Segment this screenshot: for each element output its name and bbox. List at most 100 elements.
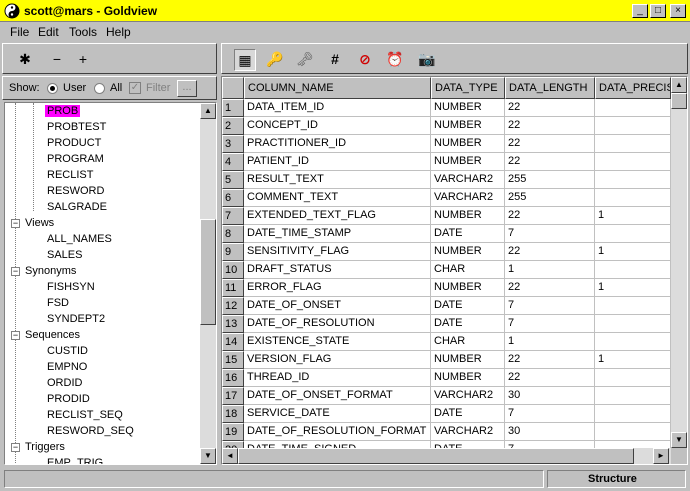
constraint-icon[interactable]: ⊘ [354,49,376,71]
header-data-precision[interactable]: DATA_PRECISI [595,77,671,99]
table-cell[interactable] [595,189,671,207]
table-cell[interactable]: CONCEPT_ID [244,117,431,135]
row-number[interactable]: 11 [222,279,244,297]
tree-item[interactable]: PROBTEST [47,119,106,135]
table-cell[interactable]: VARCHAR2 [431,171,505,189]
table-cell[interactable] [595,315,671,333]
table-cell[interactable]: VARCHAR2 [431,387,505,405]
row-number[interactable]: 2 [222,117,244,135]
tree-item[interactable]: PRODID [47,391,90,407]
table-cell[interactable]: DATE_OF_RESOLUTION [244,315,431,333]
title-bar[interactable]: scott@mars - Goldview _ □ × [0,0,690,22]
tree-vertical-scrollbar[interactable]: ▲ ▼ [200,103,216,464]
table-cell[interactable]: 30 [505,387,595,405]
table-cell[interactable] [595,99,671,117]
table-cell[interactable]: NUMBER [431,279,505,297]
tree-item[interactable]: RECLIST_SEQ [47,407,123,423]
table-cell[interactable] [595,171,671,189]
tree-item[interactable]: EMP_TRIG [47,455,103,464]
alarm-clock-icon[interactable]: ⏰ [384,49,406,71]
header-column-name[interactable]: COLUMN_NAME [244,77,431,99]
table-cell[interactable]: DATE_OF_ONSET_FORMAT [244,387,431,405]
tree-item[interactable]: RESWORD_SEQ [47,423,134,439]
tree-item[interactable]: FISHSYN [47,279,95,295]
table-cell[interactable]: COMMENT_TEXT [244,189,431,207]
table-cell[interactable] [595,261,671,279]
new-object-icon[interactable]: ✱ [15,50,35,68]
table-cell[interactable] [595,153,671,171]
table-cell[interactable]: NUMBER [431,135,505,153]
table-cell[interactable]: 7 [505,405,595,423]
tree-item[interactable]: RECLIST [47,167,93,183]
table-cell[interactable]: EXTENDED_TEXT_FLAG [244,207,431,225]
grid-horizontal-scrollbar[interactable]: ◄ ► [222,448,671,464]
table-cell[interactable]: 1 [505,333,595,351]
scroll-up-button[interactable]: ▲ [200,103,216,119]
table-cell[interactable]: NUMBER [431,243,505,261]
table-cell[interactable]: 255 [505,189,595,207]
table-cell[interactable]: 22 [505,279,595,297]
tree-item[interactable]: SYNDEPT2 [47,311,105,327]
table-cell[interactable]: THREAD_ID [244,369,431,387]
table-cell[interactable]: 22 [505,369,595,387]
tree-item[interactable]: CUSTID [47,343,88,359]
table-cell[interactable]: DATA_ITEM_ID [244,99,431,117]
tree-item-selected[interactable]: PROB [45,105,81,117]
row-number[interactable]: 12 [222,297,244,315]
table-cell[interactable]: SENSITIVITY_FLAG [244,243,431,261]
tree-item[interactable]: ALL_NAMES [47,231,112,247]
tree-folder-views[interactable]: Views [25,215,54,231]
table-cell[interactable]: DATE_TIME_STAMP [244,225,431,243]
close-button[interactable]: × [670,4,686,18]
row-number[interactable]: 19 [222,423,244,441]
table-cell[interactable]: 1 [595,279,671,297]
tree-item[interactable]: FSD [47,295,69,311]
table-cell[interactable]: 22 [505,351,595,369]
scroll-thumb[interactable] [671,93,687,109]
tree-item[interactable]: SALGRADE [47,199,107,215]
index-key-icon[interactable]: 🗝 [294,49,316,71]
table-cell[interactable]: ERROR_FLAG [244,279,431,297]
tree-item[interactable]: ORDID [47,375,82,391]
scroll-right-button[interactable]: ► [653,448,669,464]
key-icon[interactable]: 🔑 [264,49,286,71]
table-cell[interactable]: PATIENT_ID [244,153,431,171]
row-number[interactable]: 9 [222,243,244,261]
menu-edit[interactable]: Edit [38,25,59,39]
table-cell[interactable]: DATE [431,297,505,315]
table-cell[interactable]: NUMBER [431,99,505,117]
table-cell[interactable]: 22 [505,135,595,153]
table-cell[interactable] [595,297,671,315]
row-number[interactable]: 10 [222,261,244,279]
grid-vertical-scrollbar[interactable]: ▲ ▼ [671,77,687,448]
row-number[interactable]: 6 [222,189,244,207]
tree-folder-triggers[interactable]: Triggers [25,439,65,455]
table-cell[interactable]: NUMBER [431,369,505,387]
table-cell[interactable]: EXISTENCE_STATE [244,333,431,351]
menu-file[interactable]: File [10,25,29,39]
table-cell[interactable]: 30 [505,423,595,441]
table-cell[interactable] [595,135,671,153]
table-cell[interactable]: DATE [431,225,505,243]
table-cell[interactable]: 1 [595,243,671,261]
tree-item[interactable]: EMPNO [47,359,87,375]
camera-icon[interactable]: 📷 [416,49,438,71]
table-cell[interactable]: 1 [505,261,595,279]
table-cell[interactable]: 1 [595,351,671,369]
tree-item[interactable]: SALES [47,247,82,263]
table-cell[interactable]: DATE [431,315,505,333]
tree-folder-sequences[interactable]: Sequences [25,327,80,343]
row-number[interactable]: 15 [222,351,244,369]
table-cell[interactable] [595,405,671,423]
table-cell[interactable]: DATE_OF_ONSET [244,297,431,315]
table-cell[interactable]: 1 [595,207,671,225]
maximize-button[interactable]: □ [650,4,666,18]
table-cell[interactable] [595,225,671,243]
object-tree[interactable]: PROB PROBTEST PRODUCT PROGRAM RECLIST RE… [4,102,217,465]
scroll-up-button[interactable]: ▲ [671,77,687,93]
add-icon[interactable]: + [73,50,93,68]
scroll-thumb[interactable] [200,219,216,325]
expand-toggle[interactable]: − [11,331,20,340]
row-number[interactable]: 7 [222,207,244,225]
row-number[interactable]: 18 [222,405,244,423]
